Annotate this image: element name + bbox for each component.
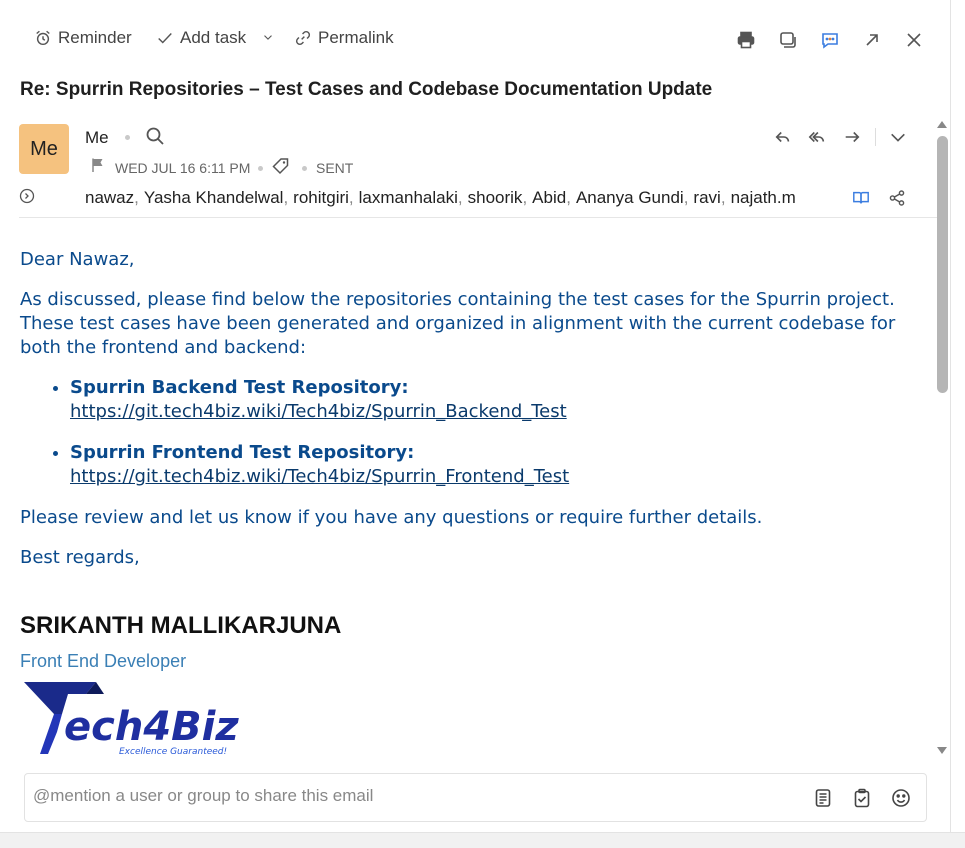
recipient[interactable]: Abid <box>532 188 566 207</box>
window-icon <box>780 32 796 48</box>
email-viewer-window: Reminder Add task Permalink Re: Spurrin … <box>0 0 951 832</box>
intro-paragraph: As discussed, please find below the repo… <box>20 289 896 358</box>
pop-out-button[interactable] <box>860 28 884 52</box>
scroll-down-arrow[interactable] <box>936 745 948 757</box>
emoji-button[interactable] <box>890 787 912 809</box>
bottom-strip <box>0 832 965 848</box>
expand-recipients-icon[interactable] <box>19 188 35 204</box>
reminder-button[interactable]: Reminder <box>34 28 132 48</box>
permalink-label: Permalink <box>318 28 394 47</box>
search-icon <box>146 127 164 145</box>
alarm-clock-icon <box>36 30 50 46</box>
repository-list: Spurrin Backend Test Repository: https:/… <box>70 376 925 489</box>
share-button[interactable] <box>886 187 908 209</box>
more-actions-button[interactable] <box>887 126 909 148</box>
svg-text:ech4Biz: ech4Biz <box>64 704 239 750</box>
svg-text:Excellence Guaranteed!: Excellence Guaranteed! <box>119 747 227 757</box>
printer-icon <box>737 31 755 49</box>
task-button[interactable] <box>851 787 873 809</box>
add-task-button[interactable]: Add task <box>156 28 246 48</box>
check-icon <box>158 33 172 44</box>
sender-name[interactable]: Me <box>85 128 109 148</box>
search-sender-button[interactable] <box>145 126 167 148</box>
company-logo: ech4Biz Excellence Guaranteed! <box>24 682 239 757</box>
email-subject: Re: Spurrin Repositories – Test Cases an… <box>20 79 713 100</box>
separator-dot <box>258 166 263 171</box>
signature-name: SRIKANTH MALLIKARJUNA <box>20 612 342 639</box>
repo-link[interactable]: https://git.tech4biz.wiki/Tech4biz/Spurr… <box>70 466 569 487</box>
reading-view-button[interactable] <box>850 187 872 209</box>
forward-button[interactable] <box>841 126 863 148</box>
scroll-up-arrow[interactable] <box>936 118 948 130</box>
reminder-label: Reminder <box>58 28 132 47</box>
reply-all-button[interactable] <box>806 126 828 148</box>
notes-button[interactable] <box>812 787 834 809</box>
reply-button[interactable] <box>772 126 794 148</box>
recipient[interactable]: ravi <box>693 188 720 207</box>
scrollbar-thumb[interactable] <box>937 136 948 393</box>
close-button[interactable] <box>902 28 926 52</box>
list-item: Spurrin Frontend Test Repository: https:… <box>70 441 925 489</box>
comment-thread-button[interactable] <box>818 28 842 52</box>
share-icon <box>889 190 905 206</box>
signature-role: Front End Developer <box>20 651 187 671</box>
list-item: Spurrin Backend Test Repository: https:/… <box>70 376 925 424</box>
repo-label: Spurrin Frontend Test Repository: <box>70 442 415 463</box>
comment-bar <box>24 773 927 822</box>
flag-icon[interactable] <box>90 157 106 173</box>
status-badge: SENT <box>316 160 354 176</box>
recipient[interactable]: shoorik <box>468 188 523 207</box>
document-icon <box>815 789 831 807</box>
permalink-button[interactable]: Permalink <box>294 28 394 48</box>
email-date: WED JUL 16 6:11 PM <box>115 160 251 176</box>
separator-dot <box>302 166 307 171</box>
recipients-list: nawaz, Yasha Khandelwal, rohitgiri, laxmanh… <box>85 188 796 207</box>
recipient[interactable]: Ananya Gundi <box>576 188 684 207</box>
recipient[interactable]: najath.m <box>731 188 796 207</box>
tag-icon[interactable] <box>272 157 290 175</box>
add-task-dropdown[interactable] <box>261 30 275 44</box>
recipient[interactable]: laxmanhalaki <box>359 188 458 207</box>
smiley-icon <box>892 789 910 807</box>
avatar[interactable]: Me <box>19 124 69 174</box>
link-icon <box>295 30 311 46</box>
divider <box>875 128 876 146</box>
repo-label: Spurrin Backend Test Repository: <box>70 377 409 398</box>
print-button[interactable] <box>734 28 758 52</box>
recipient[interactable]: rohitgiri <box>293 188 349 207</box>
email-toolbar: Reminder Add task Permalink <box>0 22 951 58</box>
greeting: Dear Nawaz, <box>20 249 135 270</box>
email-body: Dear Nawaz, As discussed, please find be… <box>20 248 925 586</box>
arrow-up-right-icon <box>866 34 878 46</box>
repo-link[interactable]: https://git.tech4biz.wiki/Tech4biz/Spurr… <box>70 401 567 422</box>
arrow-right-icon <box>845 131 860 143</box>
closing-paragraph: Please review and let us know if you hav… <box>20 507 763 528</box>
book-icon <box>853 191 869 204</box>
chevron-down-icon <box>264 35 272 40</box>
chevron-down-icon <box>891 133 905 142</box>
chat-bubble-icon <box>822 33 838 49</box>
header-divider <box>19 217 941 218</box>
recipient[interactable]: Yasha Khandelwal <box>144 188 284 207</box>
separator-dot <box>125 135 130 140</box>
close-icon <box>907 33 921 47</box>
clipboard-check-icon <box>854 788 870 808</box>
open-in-window-button[interactable] <box>776 28 800 52</box>
reply-all-icon <box>808 131 825 143</box>
recipient[interactable]: nawaz <box>85 188 134 207</box>
regards: Best regards, <box>20 547 140 568</box>
reply-icon <box>775 131 790 143</box>
mention-input[interactable] <box>33 786 793 806</box>
add-task-label: Add task <box>180 28 247 47</box>
